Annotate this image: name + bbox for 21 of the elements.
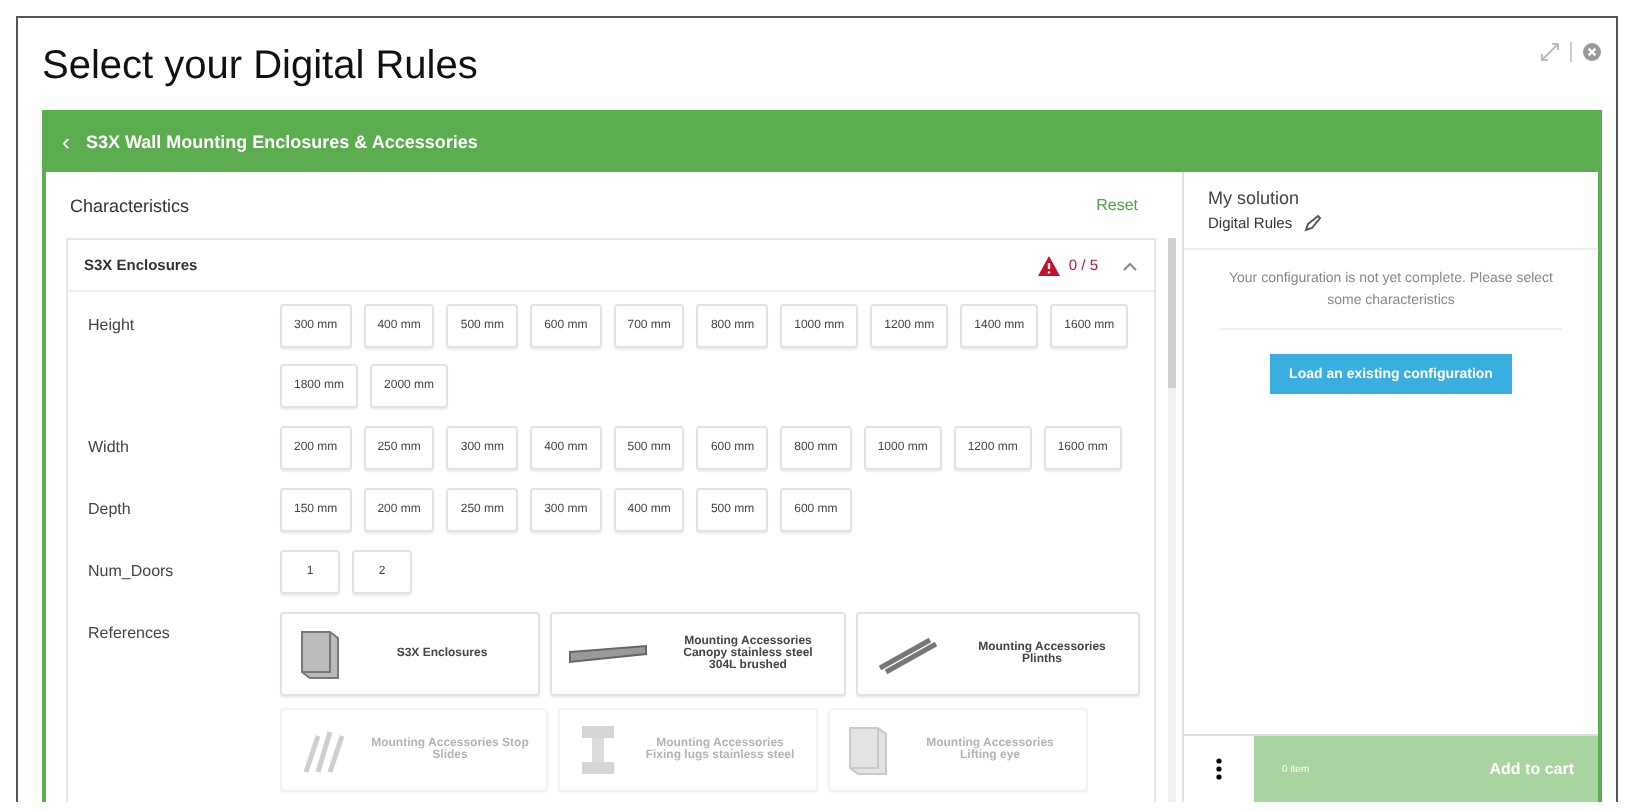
characteristic-label: Depth — [88, 498, 133, 522]
warning-icon — [1038, 255, 1061, 275]
characteristic-label: Num_Doors — [88, 560, 176, 584]
panel-heading: My solution — [1208, 188, 1302, 208]
close-icon[interactable] — [1582, 42, 1602, 62]
breadcrumb-title: S3X Wall Mounting Enclosures & Accessories — [86, 131, 478, 151]
caret-icon[interactable] — [1122, 259, 1138, 271]
panel-heading: Characteristics — [70, 195, 190, 215]
cabinet-icon — [298, 628, 342, 680]
characteristic-label: Height — [88, 314, 137, 338]
cabinet-icon — [846, 724, 890, 776]
characteristic-label: Width — [88, 436, 131, 460]
expand-icon[interactable] — [1540, 42, 1560, 62]
rails-icon — [874, 632, 942, 676]
steel-plate-icon — [568, 644, 648, 664]
pencil-icon[interactable] — [1304, 214, 1323, 232]
kebab-menu-icon — [1216, 758, 1222, 780]
bracket-icon — [576, 722, 620, 778]
window-title: Select your Digital Rules — [42, 44, 478, 90]
characteristic-label: References — [88, 622, 172, 646]
scrollbar[interactable] — [1168, 238, 1176, 802]
